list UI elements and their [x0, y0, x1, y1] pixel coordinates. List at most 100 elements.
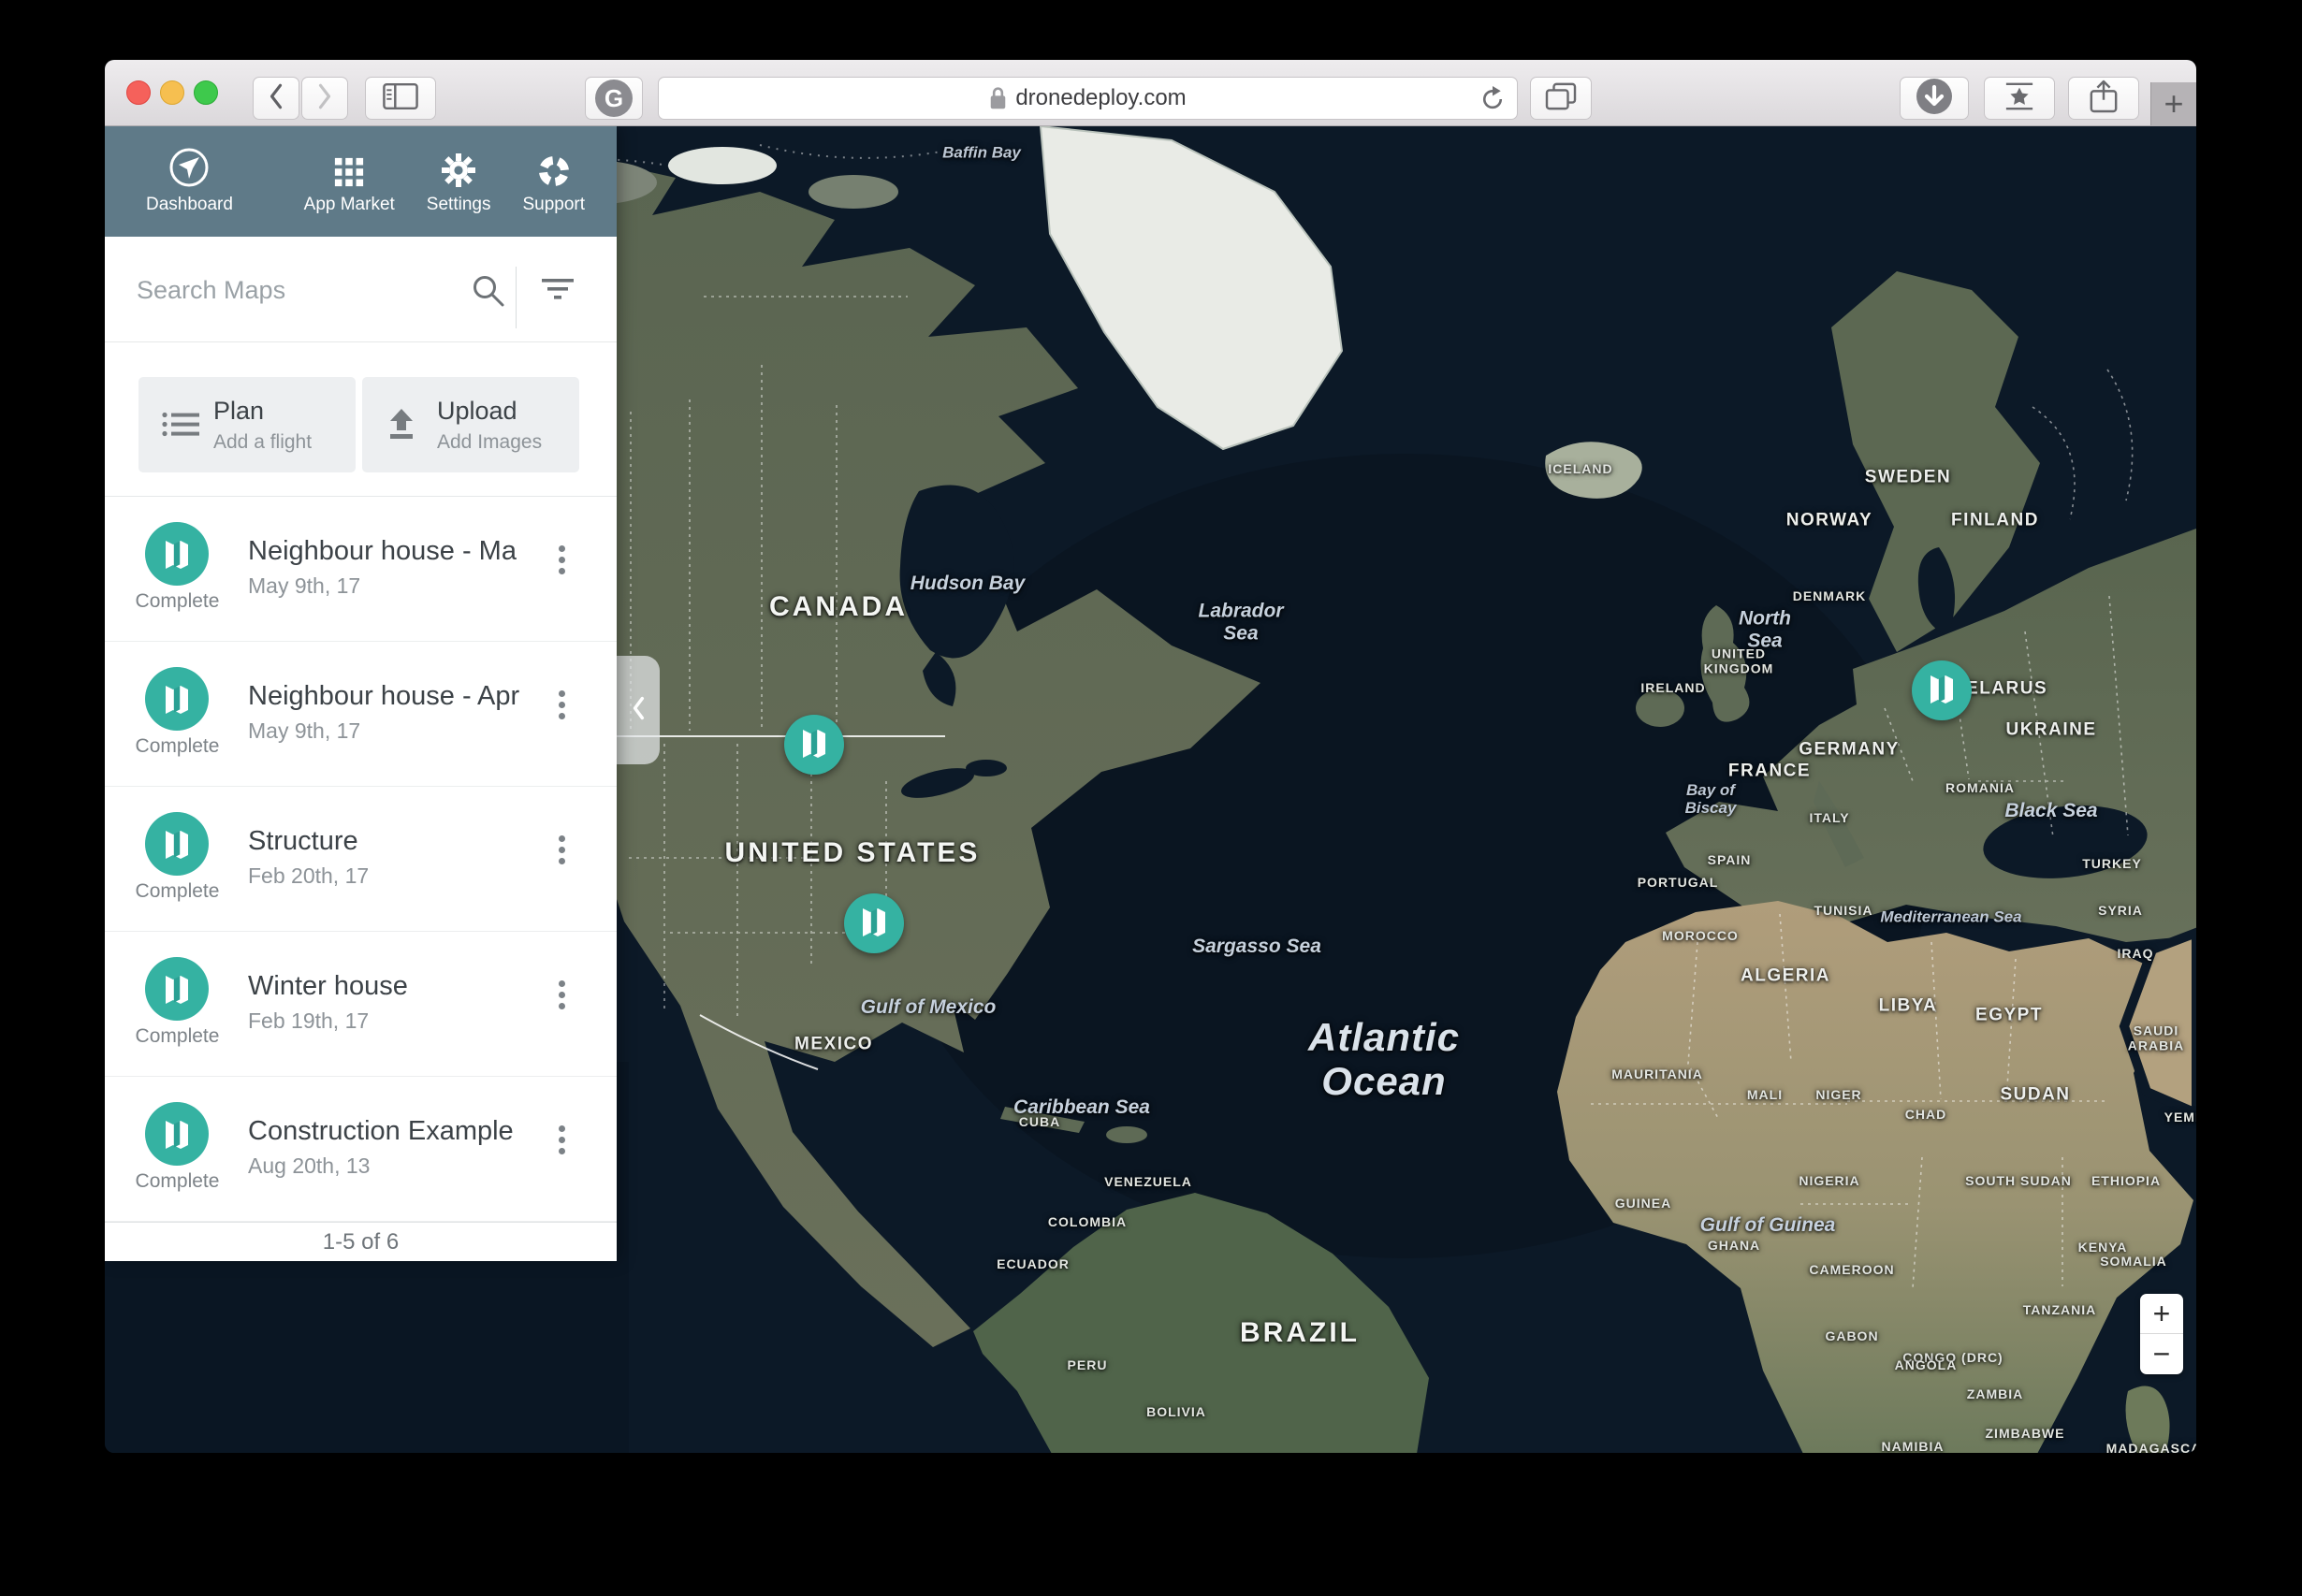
page-content: Baffin BayHudson BayLabrador SeaCANADAUN…: [105, 126, 2196, 1453]
status-badge: Complete: [105, 1025, 250, 1048]
map-marker-2[interactable]: [844, 893, 904, 953]
divider: [516, 267, 517, 328]
list-icon: [161, 410, 213, 440]
map-list-item-construction-example[interactable]: Complete Construction Example Aug 20th, 13: [105, 1077, 617, 1222]
map-status-icon: [145, 667, 209, 731]
action-title: Upload: [437, 397, 542, 426]
zoom-out-button[interactable]: −: [2140, 1334, 2183, 1374]
nav-item-app-market[interactable]: App Market: [304, 149, 395, 215]
grid-icon: [333, 149, 365, 188]
nav-item-label: App Market: [304, 195, 395, 215]
new-tab-button[interactable]: +: [2150, 82, 2196, 125]
status-badge: Complete: [105, 1170, 250, 1193]
status-badge: Complete: [105, 735, 250, 758]
action-title: Plan: [213, 397, 312, 426]
chevron-left-icon: [631, 696, 646, 725]
map-marker-3[interactable]: [1912, 660, 1972, 720]
map-list-item-winter-house[interactable]: Complete Winter house Feb 19th, 17: [105, 932, 617, 1077]
map-status-icon: [145, 1102, 209, 1166]
status-badge: Complete: [105, 880, 250, 903]
nav-item-settings[interactable]: Settings: [427, 149, 491, 215]
upload-icon: [385, 408, 437, 442]
chevron-right-icon: [316, 82, 333, 115]
address-bar[interactable]: dronedeploy.com: [658, 77, 1518, 120]
map-marker-1[interactable]: [784, 715, 844, 775]
map-date: Aug 20th, 13: [248, 1153, 370, 1179]
zoom-in-button[interactable]: +: [2140, 1294, 2183, 1334]
map-status-icon: [145, 522, 209, 586]
item-menu-button[interactable]: [552, 1125, 571, 1172]
pagination: 1-5 of 6: [105, 1222, 617, 1261]
action-subtitle: Add a flight: [213, 431, 312, 454]
nav-item-label: Dashboard: [146, 195, 233, 215]
sidebar-collapse-handle[interactable]: [617, 656, 660, 764]
share-icon: [2089, 79, 2119, 119]
kebab-icon: [559, 835, 565, 842]
map-date: May 9th, 17: [248, 718, 360, 744]
download-icon: [1916, 78, 1953, 120]
share-button[interactable]: [2068, 77, 2139, 120]
item-menu-button[interactable]: [552, 980, 571, 1027]
map-status-icon: [145, 812, 209, 876]
maps-list: CompleteNeighbour house - Ma…May 9th, 17…: [105, 497, 617, 1222]
map-title: Neighbour house - Apr…: [248, 681, 519, 712]
favorites-button[interactable]: [1984, 77, 2055, 120]
chevron-left-icon: [268, 82, 284, 115]
map-title: Winter house: [248, 971, 519, 1002]
kebab-icon: [559, 690, 565, 697]
map-title: Construction Example: [248, 1116, 519, 1147]
nav-item-support[interactable]: Support: [522, 149, 585, 215]
grammarly-icon: G: [595, 80, 633, 117]
grammarly-extension-button[interactable]: G: [585, 77, 643, 120]
map-list-item-neighbour-house-ma[interactable]: CompleteNeighbour house - Ma…May 9th, 17: [105, 497, 617, 642]
item-menu-button[interactable]: [552, 835, 571, 882]
browser-window: G dronedeploy.com +: [105, 60, 2196, 1453]
filter-icon[interactable]: [541, 278, 575, 307]
item-menu-button[interactable]: [552, 690, 571, 737]
status-badge: Complete: [105, 590, 250, 613]
kebab-icon: [559, 980, 565, 987]
app-navbar: Dashboard App Market Settings Support: [105, 126, 617, 237]
downloads-button[interactable]: [1900, 77, 1969, 120]
sidebar-toggle-button[interactable]: [365, 77, 436, 120]
map-date: May 9th, 17: [248, 573, 360, 599]
action-subtitle: Add Images: [437, 431, 542, 454]
folded-map-icon: [1927, 674, 1957, 708]
nav-item-label: Settings: [427, 195, 491, 215]
nav-item-label: Support: [522, 195, 585, 215]
map-list-item-structure[interactable]: Complete Structure Feb 20th, 17: [105, 787, 617, 932]
folded-map-icon: [859, 907, 889, 941]
lock-icon: [989, 86, 1007, 110]
back-button[interactable]: [253, 77, 299, 120]
search-input[interactable]: [135, 263, 466, 317]
kebab-icon: [559, 545, 565, 552]
actions-row: Plan Add a flight Upload Add Images: [105, 342, 617, 497]
sidebar-icon: [383, 82, 418, 115]
search-row: [105, 237, 617, 342]
life-ring-icon: [537, 149, 571, 188]
map-title: Structure: [248, 826, 519, 857]
kebab-icon: [559, 1125, 565, 1132]
minimize-window-button[interactable]: [160, 80, 184, 105]
close-window-button[interactable]: [126, 80, 151, 105]
tab-overview-button[interactable]: [1530, 77, 1592, 120]
folded-map-icon: [799, 728, 829, 762]
map-date: Feb 20th, 17: [248, 863, 369, 889]
plan-button[interactable]: Plan Add a flight: [138, 377, 356, 472]
star-lines-icon: [2002, 81, 2037, 116]
browser-toolbar: G dronedeploy.com +: [105, 60, 2196, 126]
maps-sidebar: Dashboard App Market Settings Support Plan A…: [105, 126, 617, 1260]
search-icon[interactable]: [472, 274, 505, 312]
item-menu-button[interactable]: [552, 545, 571, 592]
map-date: Feb 19th, 17: [248, 1008, 369, 1034]
nav-item-dashboard[interactable]: Dashboard: [146, 149, 233, 215]
upload-button[interactable]: Upload Add Images: [362, 377, 579, 472]
map-list-item-neighbour-house-apr[interactable]: Complete Neighbour house - Apr… May 9th, 1…: [105, 642, 617, 787]
reload-icon[interactable]: [1479, 86, 1506, 119]
forward-button[interactable]: [301, 77, 348, 120]
drone-logo-icon: [168, 149, 210, 188]
fullscreen-window-button[interactable]: [194, 80, 218, 105]
tab-overview-icon: [1545, 82, 1577, 115]
map-zoom-control: + −: [2140, 1294, 2183, 1374]
url-text: dronedeploy.com: [1015, 85, 1186, 111]
